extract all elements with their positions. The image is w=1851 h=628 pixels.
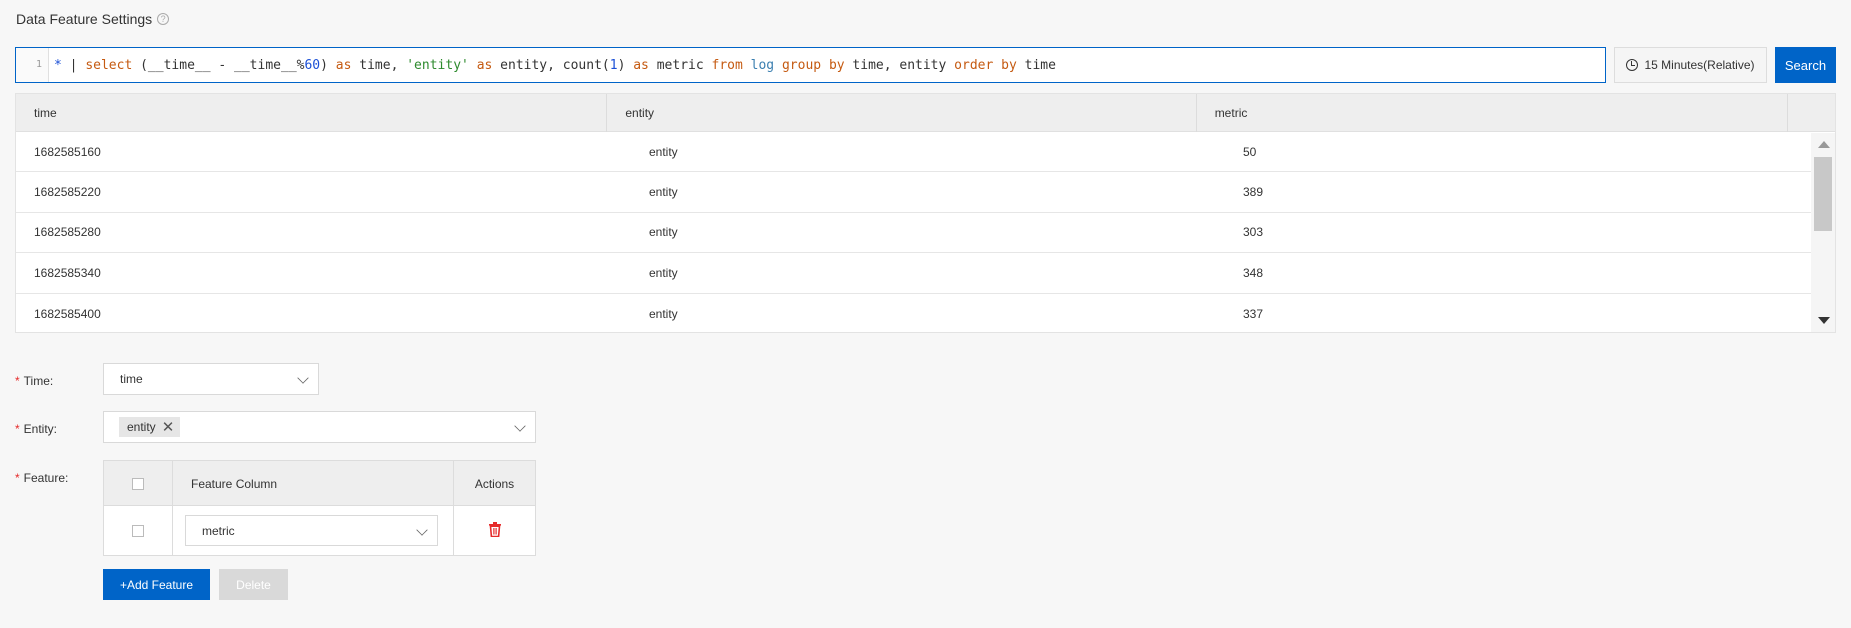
- search-button[interactable]: Search: [1775, 47, 1836, 83]
- cell-metric: 348: [1243, 265, 1264, 280]
- table-row: 1682585220 entity 389: [16, 172, 1813, 213]
- table-row: 1682585160 entity 50: [16, 132, 1813, 173]
- table-row: 1682585400 entity 337: [16, 294, 1813, 334]
- entity-field-label: * Entity:: [15, 422, 58, 436]
- trash-icon[interactable]: [488, 521, 502, 540]
- column-header-actions: Actions: [474, 476, 515, 491]
- cell-time: 1682585400: [34, 306, 101, 321]
- feature-field-label: * Feature:: [15, 471, 69, 485]
- results-table-header: time entity metric: [16, 94, 1835, 132]
- chevron-down-icon: [416, 524, 428, 536]
- column-header-spacer: [1788, 94, 1835, 132]
- cell-time: 1682585280: [34, 225, 101, 240]
- close-icon[interactable]: ✕: [162, 420, 175, 435]
- table-scrollbar[interactable]: [1811, 133, 1835, 332]
- column-header-metric[interactable]: metric: [1197, 94, 1789, 132]
- select-all-checkbox[interactable]: [132, 477, 144, 490]
- help-icon[interactable]: ?: [157, 13, 170, 25]
- column-header-time[interactable]: time: [16, 94, 608, 132]
- feature-table-header: Feature Column Actions: [104, 461, 535, 506]
- entity-tag-label: entity: [127, 420, 156, 434]
- chevron-down-icon: [514, 420, 526, 432]
- scroll-thumb[interactable]: [1814, 157, 1832, 231]
- required-mark: *: [15, 471, 20, 485]
- table-row: metric: [104, 506, 535, 555]
- table-row: 1682585280 entity 303: [16, 213, 1813, 254]
- delete-button[interactable]: Delete: [219, 569, 288, 600]
- feature-column-select[interactable]: metric: [185, 515, 438, 546]
- column-header-entity[interactable]: entity: [607, 94, 1197, 132]
- table-row: 1682585340 entity 348: [16, 253, 1813, 294]
- scroll-down-arrow-icon[interactable]: [1818, 317, 1830, 324]
- cell-metric: 303: [1243, 225, 1264, 240]
- cell-time: 1682585160: [34, 144, 101, 159]
- entity-tag: entity ✕: [119, 417, 181, 437]
- cell-entity: entity: [649, 265, 678, 280]
- chevron-down-icon: [297, 372, 309, 384]
- time-range-button[interactable]: 15 Minutes(Relative): [1614, 47, 1767, 83]
- cell-metric: 389: [1243, 185, 1264, 200]
- cell-entity: entity: [649, 306, 678, 321]
- feature-table: Feature Column Actions metric: [103, 460, 536, 556]
- required-mark: *: [15, 422, 20, 436]
- query-text[interactable]: * | select (__time__ - __time__%60) as t…: [49, 58, 1056, 73]
- clock-icon: [1626, 59, 1639, 71]
- cell-entity: entity: [649, 225, 678, 240]
- feature-column-value: metric: [202, 523, 235, 538]
- row-checkbox[interactable]: [132, 524, 144, 537]
- time-field-label: * Time:: [15, 374, 54, 388]
- cell-metric: 50: [1243, 144, 1257, 159]
- column-header-feature: Feature Column: [173, 461, 454, 506]
- query-editor[interactable]: 1 * | select (__time__ - __time__%60) as…: [15, 47, 1606, 83]
- scroll-up-arrow-icon[interactable]: [1818, 141, 1830, 148]
- results-table: time entity metric 1682585160 entity 50 …: [15, 93, 1836, 333]
- required-mark: *: [15, 374, 20, 388]
- time-range-label: 15 Minutes(Relative): [1644, 58, 1755, 72]
- time-select[interactable]: time: [103, 363, 319, 395]
- cell-metric: 337: [1243, 306, 1264, 321]
- cell-time: 1682585220: [34, 185, 101, 200]
- page-title-text: Data Feature Settings: [16, 11, 153, 27]
- entity-multiselect[interactable]: entity ✕: [103, 411, 536, 443]
- time-select-value: time: [120, 372, 143, 386]
- cell-entity: entity: [649, 185, 678, 200]
- add-feature-button[interactable]: +Add Feature: [103, 569, 210, 600]
- cell-entity: entity: [649, 144, 678, 159]
- line-number: 1: [16, 48, 49, 82]
- cell-time: 1682585340: [34, 265, 101, 280]
- page-title: Data Feature Settings ?: [16, 11, 170, 27]
